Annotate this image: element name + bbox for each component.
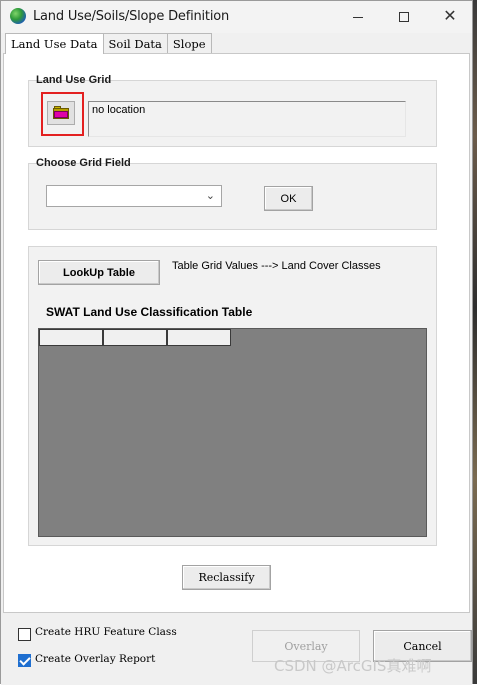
ok-button[interactable]: OK <box>264 186 313 211</box>
grid-field-dropdown[interactable]: ⌄ <box>46 185 222 207</box>
reclassify-button[interactable]: Reclassify <box>182 565 271 590</box>
classification-table[interactable] <box>38 328 427 537</box>
create-hru-label: Create HRU Feature Class <box>35 626 177 638</box>
tab-strip: Land Use Data Soil Data Slope <box>5 33 212 54</box>
close-icon: ✕ <box>443 8 457 25</box>
minimize-icon <box>353 16 363 18</box>
land-use-grid-label: Land Use Grid <box>36 74 112 86</box>
table-column-header[interactable] <box>167 329 231 346</box>
dialog-window: Land Use/Soils/Slope Definition ✕ Land U… <box>0 0 473 685</box>
classification-table-title: SWAT Land Use Classification Table <box>46 305 253 319</box>
minimize-button[interactable] <box>335 1 381 33</box>
lookup-info-text: Table Grid Values ---> Land Cover Classe… <box>172 260 381 272</box>
create-overlay-label: Create Overlay Report <box>35 653 156 665</box>
table-column-header[interactable] <box>103 329 167 346</box>
title-bar: Land Use/Soils/Slope Definition ✕ <box>1 1 472 33</box>
table-column-header[interactable] <box>39 329 103 346</box>
globe-icon <box>10 8 26 24</box>
tab-slope[interactable]: Slope <box>166 33 212 53</box>
close-button[interactable]: ✕ <box>427 1 473 33</box>
create-overlay-checkbox[interactable] <box>18 654 31 667</box>
grid-field-label: Choose Grid Field <box>36 157 131 169</box>
maximize-button[interactable] <box>381 1 427 33</box>
tab-land-use-data[interactable]: Land Use Data <box>5 33 104 54</box>
tab-soil-data[interactable]: Soil Data <box>102 33 168 53</box>
create-hru-checkbox[interactable] <box>18 628 31 641</box>
folder-open-icon <box>53 106 69 119</box>
chevron-down-icon: ⌄ <box>205 190 215 202</box>
lookup-table-button[interactable]: LookUp Table <box>38 260 160 285</box>
browse-land-use-button[interactable] <box>47 101 75 125</box>
window-title: Land Use/Soils/Slope Definition <box>33 9 230 24</box>
maximize-icon <box>399 12 409 22</box>
watermark-text: CSDN @ArcGIS真难啊 <box>274 657 432 675</box>
land-use-location-field: no location <box>88 101 406 137</box>
